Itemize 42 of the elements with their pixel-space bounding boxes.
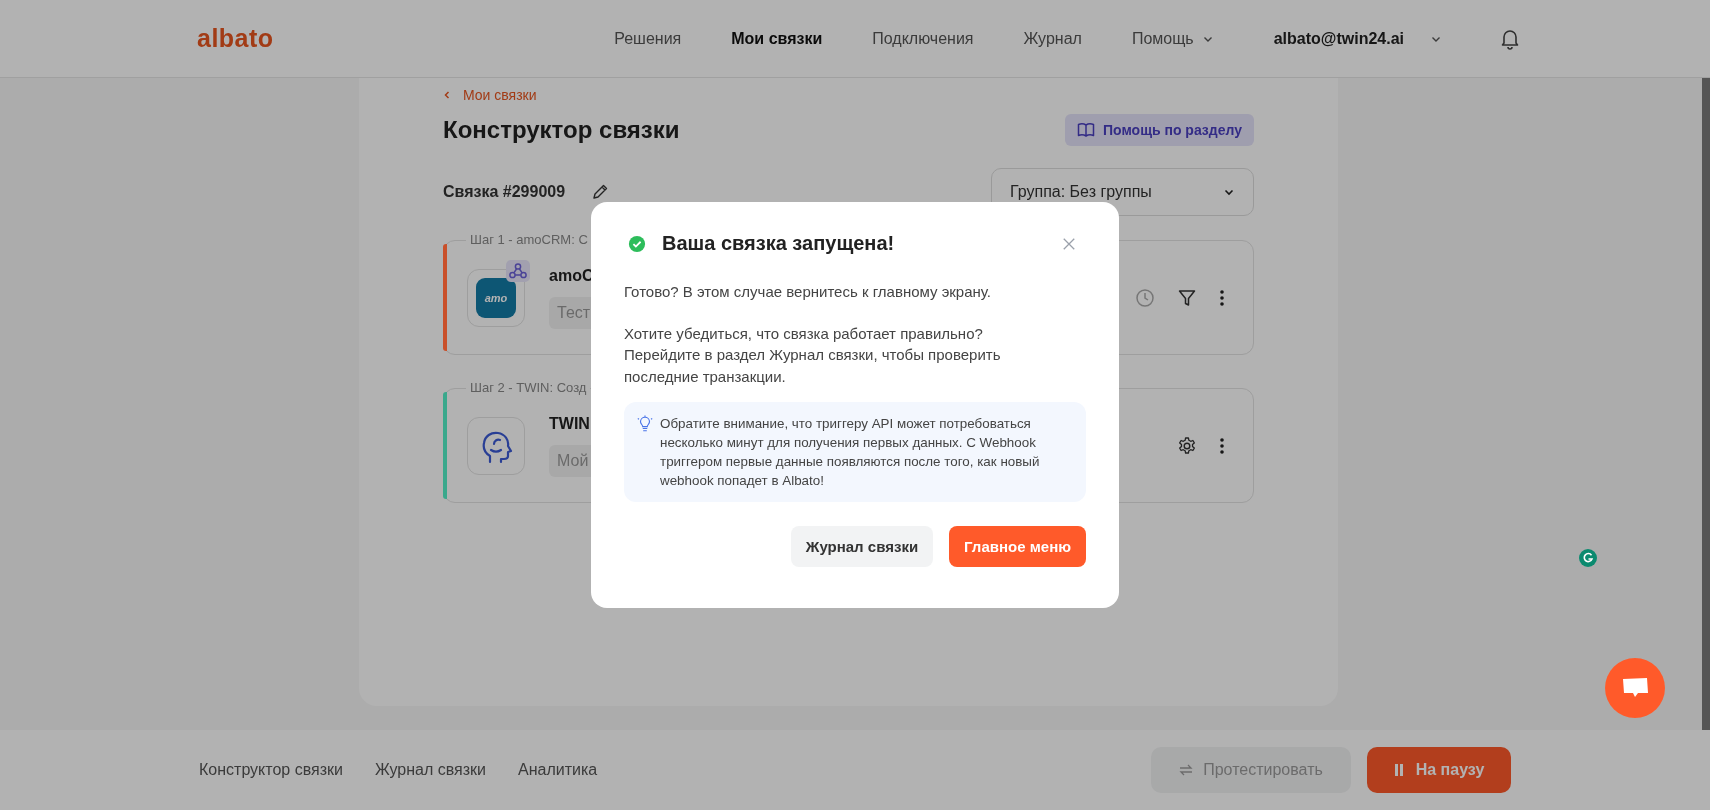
scrollbar[interactable] bbox=[1702, 78, 1710, 730]
bottom-tab[interactable]: Конструктор связки bbox=[199, 761, 343, 779]
bottom-tab[interactable]: Журнал связки bbox=[374, 761, 487, 779]
pause-button[interactable]: На паузу bbox=[1367, 747, 1511, 793]
grammar-assistant-icon[interactable] bbox=[1579, 549, 1597, 567]
dialog-text: Готово? В этом случае вернитесь к главному экрану. bbox=[624, 282, 992, 302]
logo[interactable]: albato bbox=[197, 24, 274, 53]
close-icon[interactable] bbox=[1062, 236, 1076, 251]
settings-icon[interactable] bbox=[1177, 435, 1197, 456]
nav-link[interactable]: Журнал bbox=[1023, 29, 1082, 48]
step-legend: Шаг 1 - amoCRM: С bbox=[466, 232, 592, 247]
lightbulb-icon bbox=[636, 415, 654, 433]
note-text: Обратите внимание, что триггеру API может потребоваться несколько минут для получения первых данных. С Webhook триггером первые данные появляются после того, как новый webhook попадет в Albato! bbox=[660, 415, 1041, 490]
account-menu[interactable]: albato@twin24.ai bbox=[1273, 29, 1404, 48]
filter-icon[interactable] bbox=[1177, 287, 1197, 308]
nav-link[interactable]: Помощь bbox=[1131, 29, 1214, 48]
pause-icon bbox=[1393, 764, 1404, 776]
dialog-title: Ваша связка запущена! bbox=[662, 232, 895, 255]
app-name: TWIN bbox=[549, 414, 590, 433]
app-name: amoC bbox=[549, 266, 594, 285]
more-icon[interactable] bbox=[1219, 435, 1225, 456]
nav-link[interactable]: Мои связки bbox=[731, 29, 823, 48]
bottom-tab[interactable]: Аналитика bbox=[518, 761, 598, 779]
check-circle-icon bbox=[628, 234, 646, 253]
more-icon[interactable] bbox=[1219, 287, 1225, 308]
nav-link[interactable]: Решения bbox=[614, 29, 682, 48]
webhook-badge-icon bbox=[506, 259, 530, 282]
dialog-text: Хотите убедиться, что связка работает правильно? Перейдите в раздел Журнал связки, чтобы проверить последние транзакции. bbox=[624, 323, 1002, 387]
bell-icon[interactable] bbox=[1500, 27, 1520, 50]
log-button[interactable]: Журнал связки bbox=[790, 526, 934, 567]
book-icon bbox=[1077, 122, 1095, 138]
chevron-left-icon bbox=[443, 90, 451, 100]
back-link[interactable]: Мои связки bbox=[443, 87, 1254, 103]
swap-arrows-icon bbox=[1179, 764, 1194, 776]
help-button[interactable]: Помощь по разделу bbox=[1065, 114, 1254, 146]
page-title: Конструктор связки bbox=[443, 116, 680, 144]
main-menu-button[interactable]: Главное меню bbox=[949, 526, 1086, 567]
nav-link[interactable]: Подключения bbox=[872, 29, 974, 48]
pencil-icon[interactable] bbox=[591, 183, 610, 201]
step-legend: Шаг 2 - TWIN: Созд bbox=[466, 380, 591, 395]
bundle-name: Связка #299009 bbox=[443, 183, 566, 201]
app-logo: amo bbox=[476, 277, 516, 318]
